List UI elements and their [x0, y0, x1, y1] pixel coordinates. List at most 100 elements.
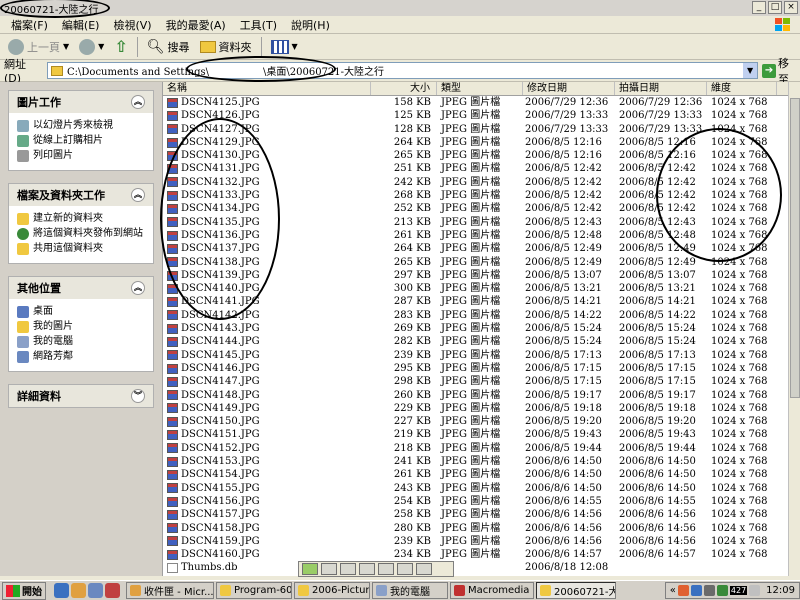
file-row[interactable]: DSCN4132.JPG 242 KB JPEG 圖片檔 2006/8/5 12:42…: [163, 176, 788, 189]
collapse-icon[interactable]: ︽: [131, 188, 145, 202]
taskbar-item[interactable]: Program-60G (...: [216, 582, 292, 599]
col-size[interactable]: 大小: [371, 82, 437, 95]
tray-icon[interactable]: [690, 585, 702, 596]
quick-tool-icon[interactable]: [302, 563, 318, 575]
file-row[interactable]: DSCN4147.JPG 298 KB JPEG 圖片檔 2006/8/5 17:15…: [163, 375, 788, 388]
close-button[interactable]: ×: [784, 1, 798, 14]
file-row[interactable]: DSCN4126.JPG 125 KB JPEG 圖片檔 2006/7/29 13:3…: [163, 109, 788, 122]
file-row[interactable]: DSCN4160.JPG 234 KB JPEG 圖片檔 2006/8/6 14:57…: [163, 548, 788, 561]
address-dropdown-icon[interactable]: ▼: [743, 63, 758, 78]
file-row[interactable]: DSCN4153.JPG 241 KB JPEG 圖片檔 2006/8/6 14:50…: [163, 455, 788, 468]
title-bar[interactable]: 20060721-大陸之行 _ □ ×: [0, 0, 800, 18]
minimize-button[interactable]: _: [752, 1, 766, 14]
search-button[interactable]: 🔍︎ 搜尋: [143, 36, 194, 58]
task-print[interactable]: 列印圖片: [17, 149, 147, 162]
col-name[interactable]: 名稱: [163, 82, 371, 95]
taskbar-item[interactable]: Macromedia Fi...: [450, 582, 534, 599]
address-input[interactable]: C:\Documents and Settings\ \桌面\20060721-…: [47, 62, 759, 79]
menu-edit[interactable]: 編輯(E): [55, 17, 107, 33]
outlook-icon[interactable]: [71, 583, 86, 598]
file-row[interactable]: DSCN4138.JPG 265 KB JPEG 圖片檔 2006/8/5 12:49…: [163, 256, 788, 269]
tray-icon[interactable]: [703, 585, 715, 596]
collapse-icon[interactable]: ︽: [131, 281, 145, 295]
file-row[interactable]: DSCN4154.JPG 261 KB JPEG 圖片檔 2006/8/6 14:50…: [163, 468, 788, 481]
place-desktop[interactable]: 桌面: [17, 305, 147, 318]
col-dimensions[interactable]: 維度: [707, 82, 777, 95]
up-button[interactable]: ⇧: [110, 36, 131, 58]
file-row[interactable]: DSCN4133.JPG 268 KB JPEG 圖片檔 2006/8/5 12:42…: [163, 189, 788, 202]
file-row[interactable]: DSCN4155.JPG 243 KB JPEG 圖片檔 2006/8/6 14:50…: [163, 482, 788, 495]
file-row[interactable]: DSCN4127.JPG 128 KB JPEG 圖片檔 2006/7/29 13:3…: [163, 123, 788, 136]
menu-help[interactable]: 說明(H): [284, 17, 337, 33]
file-row[interactable]: DSCN4143.JPG 269 KB JPEG 圖片檔 2006/8/5 15:24…: [163, 322, 788, 335]
desktop-show-icon[interactable]: [88, 583, 103, 598]
file-row[interactable]: DSCN4130.JPG 265 KB JPEG 圖片檔 2006/8/5 12:16…: [163, 149, 788, 162]
file-row[interactable]: DSCN4136.JPG 261 KB JPEG 圖片檔 2006/8/5 12:48…: [163, 229, 788, 242]
file-row[interactable]: DSCN4156.JPG 254 KB JPEG 圖片檔 2006/8/6 14:55…: [163, 495, 788, 508]
tray-badge[interactable]: 427: [729, 586, 748, 595]
file-row[interactable]: DSCN4125.JPG 158 KB JPEG 圖片檔 2006/7/29 12:3…: [163, 96, 788, 109]
file-tasks-header[interactable]: 檔案及資料夾工作 ︽: [9, 184, 153, 206]
taskbar-item[interactable]: 我的電腦: [372, 582, 448, 599]
file-row[interactable]: DSCN4139.JPG 297 KB JPEG 圖片檔 2006/8/5 13:07…: [163, 269, 788, 282]
task-publish-web[interactable]: 將這個資料夾發佈到網站: [17, 227, 147, 240]
task-new-folder[interactable]: 建立新的資料夾: [17, 212, 147, 225]
file-row[interactable]: DSCN4145.JPG 239 KB JPEG 圖片檔 2006/8/5 17:13…: [163, 349, 788, 362]
chevron-left-icon[interactable]: «: [670, 585, 676, 596]
col-taken[interactable]: 拍攝日期: [615, 82, 707, 95]
file-row[interactable]: DSCN4152.JPG 218 KB JPEG 圖片檔 2006/8/5 19:44…: [163, 442, 788, 455]
file-row[interactable]: DSCN4157.JPG 258 KB JPEG 圖片檔 2006/8/6 14:56…: [163, 508, 788, 521]
file-row[interactable]: DSCN4150.JPG 227 KB JPEG 圖片檔 2006/8/5 19:20…: [163, 415, 788, 428]
tray-icon[interactable]: [677, 585, 689, 596]
file-row[interactable]: DSCN4131.JPG 251 KB JPEG 圖片檔 2006/8/5 12:42…: [163, 162, 788, 175]
back-button[interactable]: 上一頁 ▼: [4, 36, 73, 58]
menu-favorites[interactable]: 我的最愛(A): [159, 17, 233, 33]
taskbar-item[interactable]: 收件匣 - Micr...: [126, 582, 214, 599]
forward-button[interactable]: ▼: [75, 36, 108, 58]
details-header[interactable]: 詳細資料 ︾: [9, 385, 153, 407]
file-row[interactable]: DSCN4140.JPG 300 KB JPEG 圖片檔 2006/8/5 13:21…: [163, 282, 788, 295]
paste-icon[interactable]: [378, 563, 394, 575]
file-row[interactable]: DSCN4149.JPG 229 KB JPEG 圖片檔 2006/8/5 19:18…: [163, 402, 788, 415]
picture-tasks-header[interactable]: 圖片工作 ︽: [9, 91, 153, 113]
place-network[interactable]: 網路芳鄰: [17, 350, 147, 363]
views-button[interactable]: ▼: [267, 36, 302, 58]
file-row[interactable]: DSCN4151.JPG 219 KB JPEG 圖片檔 2006/8/5 19:43…: [163, 428, 788, 441]
file-row[interactable]: DSCN4144.JPG 282 KB JPEG 圖片檔 2006/8/5 15:24…: [163, 335, 788, 348]
menu-file[interactable]: 檔案(F): [4, 17, 55, 33]
ie-icon[interactable]: [54, 583, 69, 598]
file-row[interactable]: DSCN4135.JPG 213 KB JPEG 圖片檔 2006/8/5 12:43…: [163, 216, 788, 229]
collapse-icon[interactable]: ︽: [131, 95, 145, 109]
file-row[interactable]: DSCN4158.JPG 280 KB JPEG 圖片檔 2006/8/6 14:56…: [163, 522, 788, 535]
task-share-folder[interactable]: 共用這個資料夾: [17, 242, 147, 255]
file-row[interactable]: DSCN4142.JPG 283 KB JPEG 圖片檔 2006/8/5 14:22…: [163, 309, 788, 322]
file-row[interactable]: DSCN4141.JPG 287 KB JPEG 圖片檔 2006/8/5 14:21…: [163, 295, 788, 308]
start-button[interactable]: 開始: [2, 581, 46, 600]
file-row[interactable]: DSCN4134.JPG 252 KB JPEG 圖片檔 2006/8/5 12:42…: [163, 202, 788, 215]
task-slideshow[interactable]: 以幻燈片秀來檢視: [17, 119, 147, 132]
col-modified[interactable]: 修改日期: [523, 82, 615, 95]
col-type[interactable]: 類型: [437, 82, 523, 95]
brush-icon[interactable]: [340, 563, 356, 575]
taskbar-item[interactable]: 2006-Pictures: [294, 582, 370, 599]
file-row[interactable]: DSCN4146.JPG 295 KB JPEG 圖片檔 2006/8/5 17:15…: [163, 362, 788, 375]
keyboard-icon[interactable]: [321, 563, 337, 575]
place-my-computer[interactable]: 我的電腦: [17, 335, 147, 348]
scroll-thumb[interactable]: [790, 98, 800, 398]
tools-icon[interactable]: [397, 563, 413, 575]
volume-icon[interactable]: [749, 585, 761, 596]
menu-tools[interactable]: 工具(T): [233, 17, 284, 33]
other-places-header[interactable]: 其他位置 ︽: [9, 277, 153, 299]
maximize-button[interactable]: □: [768, 1, 782, 14]
tray-icon[interactable]: [716, 585, 728, 596]
file-row[interactable]: DSCN4159.JPG 239 KB JPEG 圖片檔 2006/8/6 14:56…: [163, 535, 788, 548]
file-row[interactable]: DSCN4129.JPG 264 KB JPEG 圖片檔 2006/8/5 12:16…: [163, 136, 788, 149]
taskbar-item-active[interactable]: 20060721-大...: [536, 582, 616, 599]
menu-view[interactable]: 檢視(V): [106, 17, 158, 33]
file-row[interactable]: Thumbs.db 2006/8/18 12:08: [163, 561, 788, 574]
folders-button[interactable]: 資料夾: [196, 36, 256, 58]
edit-icon[interactable]: [359, 563, 375, 575]
place-my-pictures[interactable]: 我的圖片: [17, 320, 147, 333]
expand-icon[interactable]: ︾: [131, 389, 145, 403]
vertical-scrollbar[interactable]: [788, 82, 800, 576]
